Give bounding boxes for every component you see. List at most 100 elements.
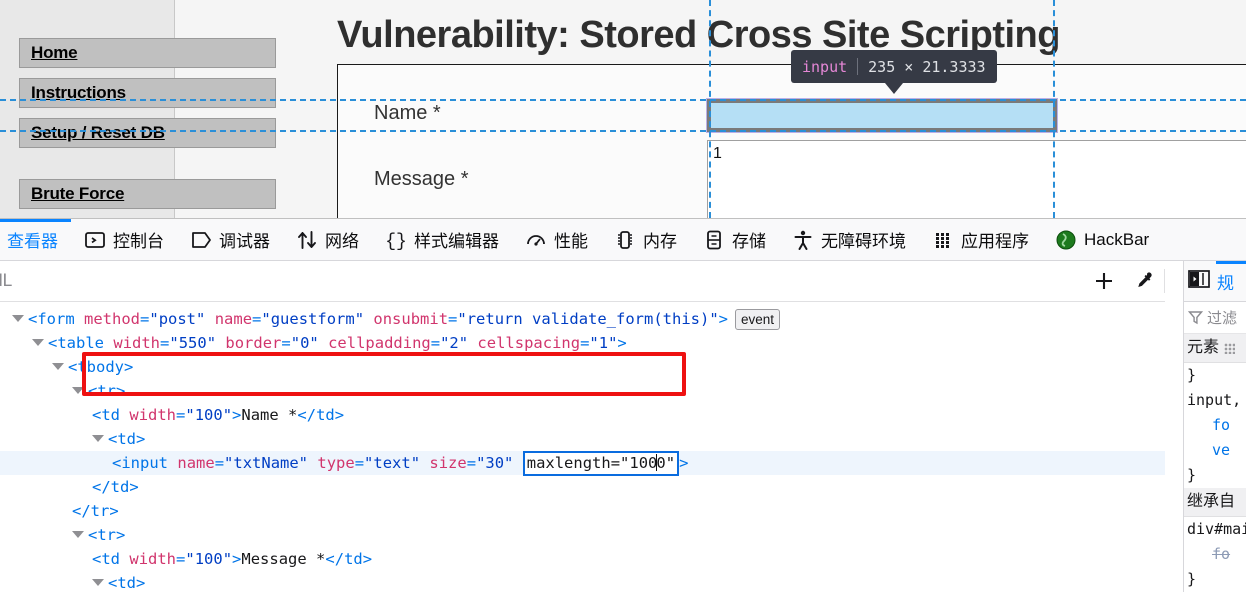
toolbar-divider: [1164, 269, 1165, 293]
markup-token-tag: input: [121, 454, 169, 472]
devtools-tab-debugger[interactable]: 调试器: [177, 219, 283, 260]
css-rules-sidebar[interactable]: 规 过滤 元素} input, fo ve} 继承自 div#mai fo}: [1183, 261, 1246, 592]
css-property[interactable]: fo: [1184, 413, 1246, 438]
network-icon: [296, 229, 318, 251]
expand-twisty-icon[interactable]: [92, 435, 104, 442]
markup-line[interactable]: <td>: [0, 571, 1165, 592]
markup-token-attr: method: [84, 310, 141, 328]
memory-icon: [614, 229, 636, 251]
name-input-highlighted[interactable]: [706, 98, 1058, 133]
css-tab-active-indicator: [1216, 261, 1246, 264]
markup-line[interactable]: </td>: [0, 475, 1165, 499]
devtools-tab-label: 网络: [325, 232, 359, 251]
markup-token-punct: <: [112, 454, 122, 472]
accessibility-icon: [792, 229, 814, 251]
markup-token-txt: [364, 310, 373, 328]
devtools-tab-inspector[interactable]: 查看器: [0, 219, 71, 260]
event-badge[interactable]: event: [735, 309, 781, 330]
eyedropper-button[interactable]: [1124, 261, 1164, 302]
nav-item-brute-force-label: Brute Force: [31, 184, 125, 203]
markup-token-val: "30": [476, 454, 514, 472]
devtools-tab-label: 控制台: [113, 232, 164, 251]
drag-handle-icon[interactable]: [1224, 342, 1236, 354]
markup-line[interactable]: <form method="post" name="guestform" ons…: [0, 307, 1165, 331]
expand-twisty-icon[interactable]: [12, 315, 24, 322]
devtools-tab-hackbar[interactable]: HackBar: [1042, 219, 1162, 260]
markup-token-val: "return validate_form(this)": [457, 310, 719, 328]
message-field-label: Message *: [374, 168, 469, 190]
markup-token-punct: =: [354, 454, 365, 472]
markup-token-tag: td: [316, 406, 335, 424]
css-filter-input[interactable]: 过滤: [1184, 302, 1246, 334]
expand-twisty-icon[interactable]: [72, 531, 84, 538]
css-selector[interactable]: div#mai: [1184, 517, 1246, 542]
markup-token-attr: cellspacing: [477, 334, 581, 352]
devtools-tab-console[interactable]: 控制台: [71, 219, 177, 260]
nav-item-home[interactable]: Home: [19, 38, 276, 68]
css-property[interactable]: fo: [1184, 542, 1246, 567]
attribute-edit-field[interactable]: maxlength="1000": [522, 451, 680, 476]
devtools-tab-memory[interactable]: 内存: [601, 219, 690, 260]
markup-token-punct: >: [124, 358, 134, 376]
nav-item-setup-reset-db[interactable]: Setup / Reset DB: [19, 118, 276, 148]
expand-twisty-icon[interactable]: [52, 363, 64, 370]
add-node-button[interactable]: [1084, 261, 1124, 302]
style-editor-icon: {}: [385, 229, 407, 251]
markup-token-txt: [319, 334, 328, 352]
markup-token-punct: </: [325, 550, 345, 568]
markup-line[interactable]: </tr>: [0, 499, 1165, 523]
markup-token-val: "550": [169, 334, 217, 352]
breadcrumb[interactable]: ML: [0, 271, 12, 291]
devtools-tab-accessibility[interactable]: 无障碍环境: [779, 219, 919, 260]
panel-layout-icon[interactable]: [1188, 269, 1210, 293]
css-selector[interactable]: input,: [1184, 388, 1246, 413]
nav-item-instructions[interactable]: Instructions: [19, 78, 276, 108]
devtools-tab-strip[interactable]: 查看器 控制台 调试器 网络 {} 样式编辑器 性能 内存 存储 无障碍环境 应用程序 HackBar: [0, 219, 1246, 261]
markup-line[interactable]: <td width="100">Message *</td>: [0, 547, 1165, 571]
markup-token-attr: type: [317, 454, 355, 472]
nav-item-brute-force[interactable]: Brute Force: [19, 179, 276, 209]
css-section-header-label: 继承自: [1187, 493, 1236, 510]
markup-token-punct: >: [334, 406, 345, 424]
markup-token-punct: >: [679, 454, 689, 472]
markup-line[interactable]: <table width="550" border="0" cellpaddin…: [0, 331, 1165, 355]
css-section-header: 元素: [1184, 334, 1246, 363]
expand-twisty-icon[interactable]: [92, 579, 104, 586]
expand-twisty-icon[interactable]: [32, 339, 44, 346]
message-textarea[interactable]: 1: [707, 140, 1246, 218]
application-icon: [932, 229, 954, 251]
devtools-tab-performance[interactable]: 性能: [512, 219, 601, 260]
css-section-header-label: 元素: [1187, 339, 1220, 356]
devtools-tab-storage[interactable]: 存储: [690, 219, 779, 260]
markup-token-tag: table: [57, 334, 105, 352]
markup-token-val: "100": [185, 550, 233, 568]
markup-line[interactable]: <tr>: [0, 523, 1165, 547]
devtools-tab-style-editor[interactable]: {} 样式编辑器: [372, 219, 512, 260]
markup-token-punct: <: [88, 382, 98, 400]
devtools-tab-label: 无障碍环境: [821, 232, 906, 251]
markup-line[interactable]: <td width="100">Name *</td>: [0, 403, 1165, 427]
markup-token-txt: [104, 334, 113, 352]
devtools-tab-label: 调试器: [219, 232, 270, 251]
css-property[interactable]: ve: [1184, 438, 1246, 463]
markup-token-punct: </: [72, 502, 91, 520]
rendered-page-region[interactable]: Home Instructions Setup / Reset DB Brute…: [0, 0, 1246, 218]
eyedropper-icon: [1138, 272, 1152, 287]
markup-line[interactable]: <tr>: [0, 379, 1165, 403]
css-sidebar-tabbar[interactable]: 规: [1184, 261, 1246, 302]
markup-line[interactable]: <input name="txtName" type="text" size="…: [0, 451, 1165, 476]
markup-token-attr: size: [429, 454, 467, 472]
devtools-tab-application[interactable]: 应用程序: [919, 219, 1042, 260]
markup-token-tag: tr: [97, 382, 117, 400]
markup-token-txt: [75, 310, 84, 328]
css-sidebar-tab-label[interactable]: 规: [1217, 269, 1234, 294]
markup-view[interactable]: <form method="post" name="guestform" ons…: [0, 302, 1165, 592]
expand-twisty-icon[interactable]: [72, 387, 84, 394]
markup-token-txt: [205, 310, 214, 328]
devtools-tab-network[interactable]: 网络: [283, 219, 372, 260]
markup-line[interactable]: <td>: [0, 427, 1165, 451]
css-rules-list[interactable]: 元素} input, fo ve} 继承自 div#mai fo}: [1184, 334, 1246, 592]
markup-token-tag: td: [117, 574, 137, 592]
markup-line[interactable]: <tbody>: [0, 355, 1165, 379]
markup-token-val: "100": [185, 406, 233, 424]
